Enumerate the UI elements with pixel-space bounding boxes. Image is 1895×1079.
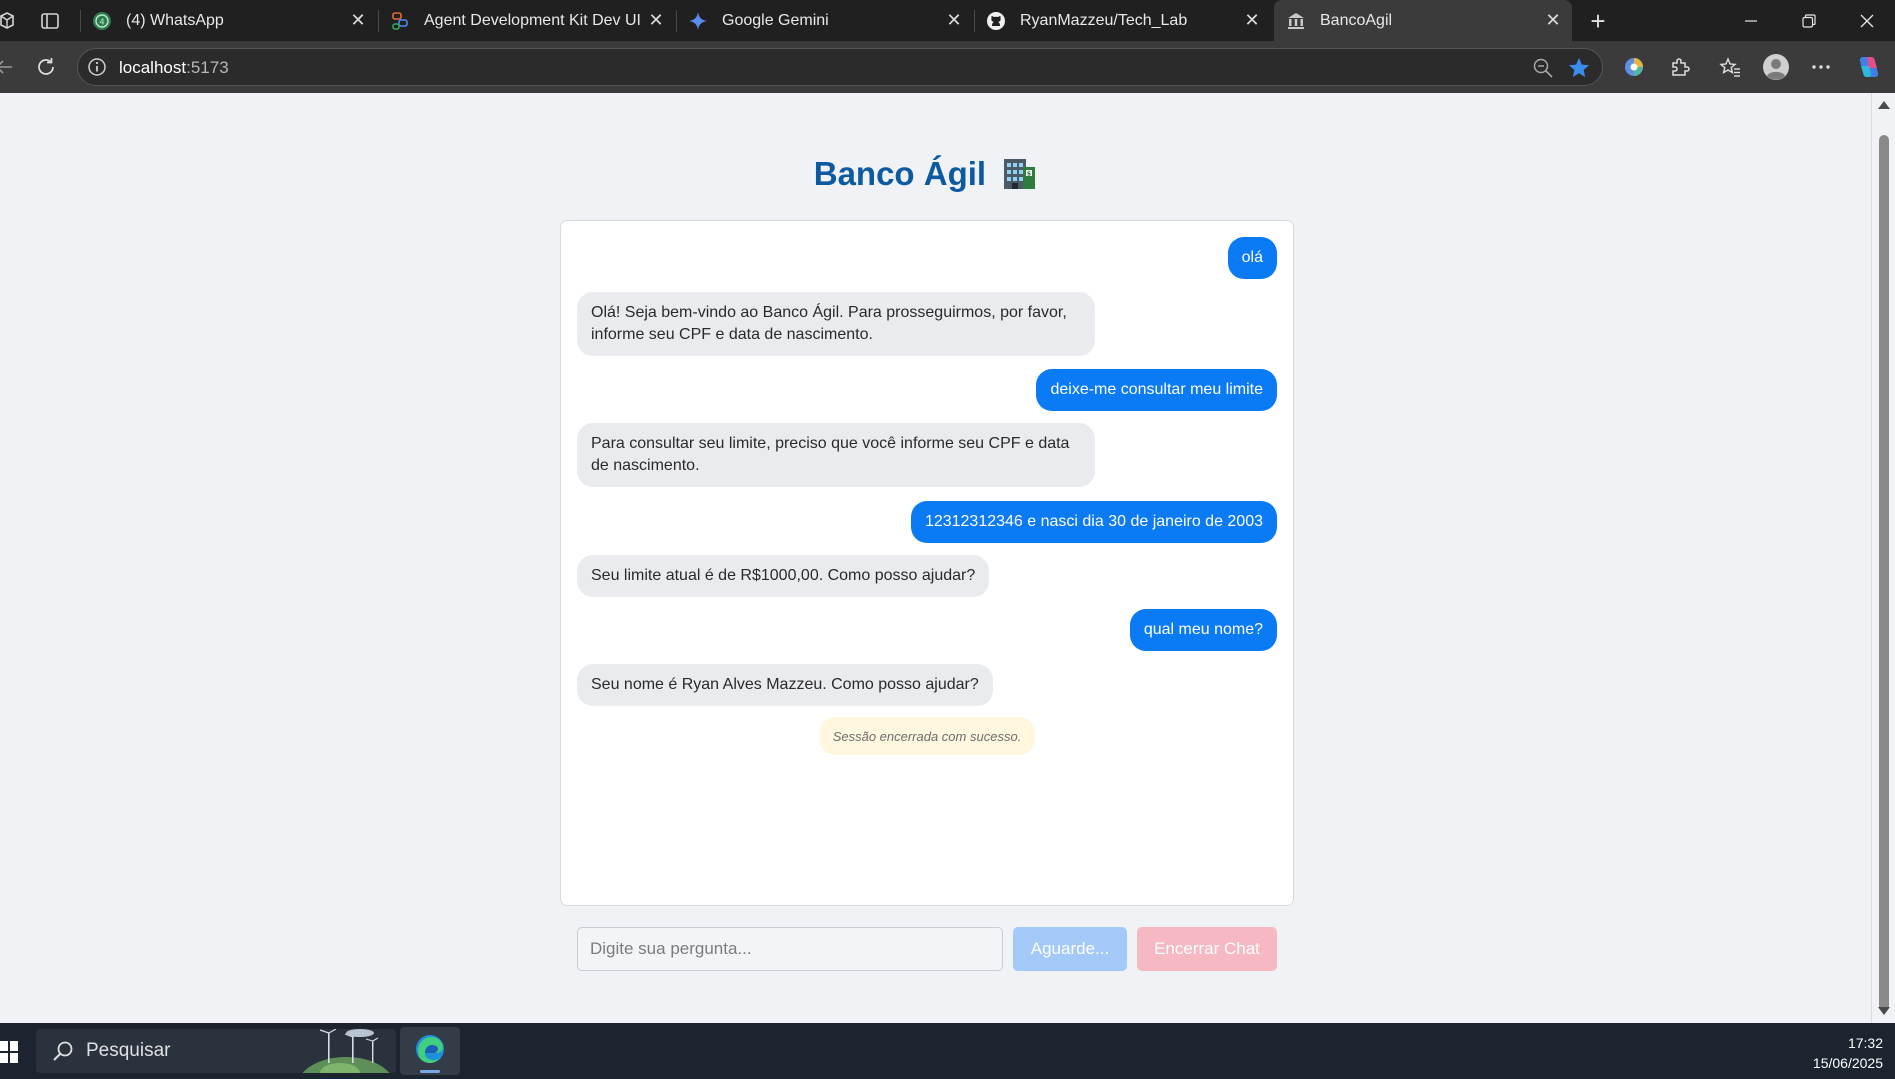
tab-title: (4) WhatsApp xyxy=(126,11,224,29)
tab-title: Google Gemini xyxy=(722,11,829,29)
user-message: 12312312346 e nasci dia 30 de janeiro de… xyxy=(910,501,1277,543)
tab-title: BancoAgil xyxy=(1320,11,1393,29)
url-text[interactable]: localhost:5173 xyxy=(119,58,229,78)
minimize-icon[interactable] xyxy=(1731,6,1771,36)
browser-tab-strip: 4 (4) WhatsApp ✕ Agent Development Kit D… xyxy=(0,0,1895,41)
taskbar-edge-app[interactable] xyxy=(400,1027,460,1075)
restore-icon[interactable] xyxy=(1789,6,1829,36)
page-title: Banco Ágil $ xyxy=(0,155,1851,193)
bot-message: Seu nome é Ryan Alves Mazzeu. Como posso… xyxy=(577,664,993,706)
site-info-icon[interactable] xyxy=(87,57,107,77)
active-app-indicator xyxy=(420,1070,440,1073)
copilot-icon[interactable] xyxy=(1855,53,1883,81)
tab-google-gemini[interactable]: Google Gemini ✕ xyxy=(676,0,973,41)
tab-github-tech-lab[interactable]: RyanMazzeu/Tech_Lab ✕ xyxy=(974,0,1271,41)
workspaces-icon[interactable] xyxy=(0,8,20,34)
tab-whatsapp[interactable]: 4 (4) WhatsApp ✕ xyxy=(80,0,377,41)
more-options-icon[interactable] xyxy=(1807,53,1835,81)
tab-actions-icon[interactable] xyxy=(37,8,63,34)
address-bar[interactable]: localhost:5173 xyxy=(77,48,1603,86)
zoom-out-icon[interactable] xyxy=(1532,57,1554,79)
tab-adk-dev-ui[interactable]: Agent Development Kit Dev UI ✕ xyxy=(378,0,675,41)
bot-message: Seu limite atual é de R$1000,00. Como po… xyxy=(577,555,990,597)
url-port: :5173 xyxy=(186,58,229,77)
scrollbar-thumb[interactable] xyxy=(1879,135,1889,1011)
session-ended-notice: Sessão encerrada com sucesso. xyxy=(819,717,1035,755)
search-icon xyxy=(50,1039,76,1065)
browser-essentials-icon[interactable] xyxy=(1620,53,1648,81)
svg-text:4: 4 xyxy=(99,17,104,26)
scroll-down-arrow-icon[interactable] xyxy=(1878,1007,1890,1015)
favorites-icon[interactable] xyxy=(1716,53,1744,81)
clock-date: 15/06/2025 xyxy=(1812,1055,1883,1071)
github-icon xyxy=(986,11,1006,31)
close-tab-icon[interactable]: ✕ xyxy=(645,9,667,31)
adk-icon xyxy=(390,11,410,31)
new-tab-button[interactable]: + xyxy=(1584,6,1612,36)
end-chat-button[interactable]: Encerrar Chat xyxy=(1137,927,1277,971)
page-title-text: Banco Ágil xyxy=(813,155,987,192)
page-scrollbar[interactable] xyxy=(1871,93,1895,1023)
chat-history[interactable]: olá Olá! Seja bem-vindo ao Banco Ágil. P… xyxy=(560,220,1294,906)
tab-title: Agent Development Kit Dev UI xyxy=(424,11,641,29)
bot-message: Olá! Seja bem-vindo ao Banco Ágil. Para … xyxy=(577,292,1095,356)
favorite-star-icon[interactable] xyxy=(1566,55,1592,81)
bot-message: Para consultar seu limite, preciso que v… xyxy=(577,423,1095,487)
search-label: Pesquisar xyxy=(86,1040,171,1061)
tab-title: RyanMazzeu/Tech_Lab xyxy=(1020,11,1188,29)
browser-toolbar: localhost:5173 xyxy=(0,41,1895,93)
user-message: olá xyxy=(1227,237,1277,279)
profile-avatar-icon[interactable] xyxy=(1762,53,1790,81)
scroll-up-arrow-icon[interactable] xyxy=(1878,101,1890,109)
windows-start-icon[interactable] xyxy=(0,1041,18,1063)
page-viewport: Banco Ágil $ olá Olá! Seja bem-vindo ao … xyxy=(0,93,1871,1023)
send-button[interactable]: Aguarde... xyxy=(1013,927,1127,971)
user-message: qual meu nome? xyxy=(1129,609,1277,651)
taskbar-search[interactable]: Pesquisar xyxy=(36,1029,396,1073)
whatsapp-icon: 4 xyxy=(92,11,112,31)
tab-bancoagil[interactable]: BancoAgil ✕ xyxy=(1274,0,1572,41)
close-tab-icon[interactable]: ✕ xyxy=(347,9,369,31)
close-tab-icon[interactable]: ✕ xyxy=(943,9,965,31)
gemini-icon xyxy=(688,11,708,31)
url-host: localhost xyxy=(119,58,187,77)
bank-icon xyxy=(1286,11,1306,31)
windows-taskbar: Pesquisar 17:32 15/06/2025 xyxy=(0,1023,1895,1079)
back-icon[interactable] xyxy=(0,53,18,81)
svg-text:$: $ xyxy=(1027,171,1031,178)
close-tab-icon[interactable]: ✕ xyxy=(1241,9,1263,31)
edge-browser-icon xyxy=(414,1033,446,1070)
system-clock[interactable]: 17:32 15/06/2025 xyxy=(1813,1033,1883,1073)
question-input[interactable] xyxy=(577,927,1003,971)
reload-icon[interactable] xyxy=(32,53,60,81)
close-tab-icon[interactable]: ✕ xyxy=(1542,9,1564,31)
bank-building-icon: $ xyxy=(1001,155,1037,191)
search-highlight-illustration xyxy=(300,1029,394,1073)
extensions-icon[interactable] xyxy=(1666,53,1694,81)
clock-time: 17:32 xyxy=(1847,1035,1883,1051)
user-message: deixe-me consultar meu limite xyxy=(1036,369,1277,411)
close-window-icon[interactable] xyxy=(1847,6,1887,36)
